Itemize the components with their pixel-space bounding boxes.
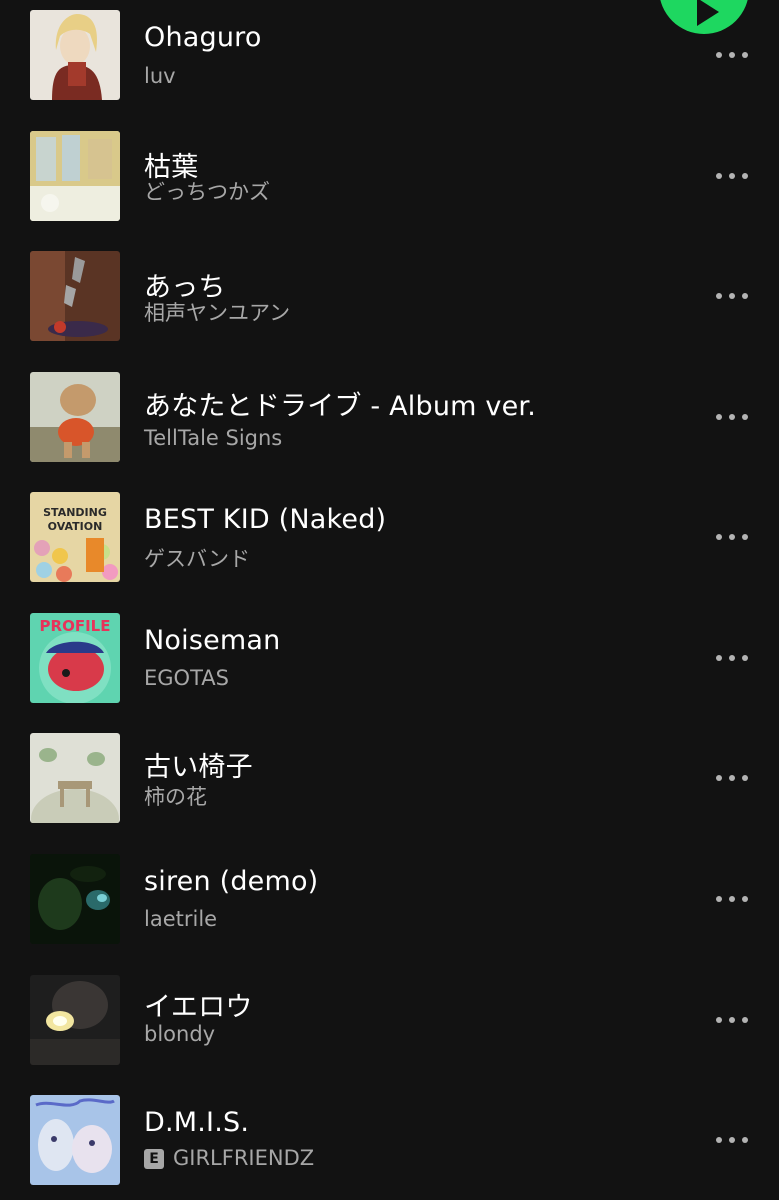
svg-text:STANDING: STANDING bbox=[43, 506, 107, 519]
track-row[interactable]: あなたとドライブ - Album ver. TellTale Signs bbox=[0, 372, 779, 472]
svg-text:PROFILE: PROFILE bbox=[40, 617, 111, 635]
track-artist-name: GIRLFRIENDZ bbox=[173, 1146, 315, 1170]
album-cover: STANDING OVATION bbox=[30, 492, 120, 582]
track-row[interactable]: あっち 相声ヤンユアン bbox=[0, 251, 779, 351]
track-title: siren (demo) bbox=[144, 866, 319, 897]
track-title: 古い椅子 bbox=[144, 752, 253, 783]
album-cover bbox=[30, 975, 120, 1065]
track-artist: TellTale Signs bbox=[144, 426, 283, 450]
more-options-icon[interactable] bbox=[716, 1137, 750, 1145]
track-row[interactable]: D.M.I.S. E GIRLFRIENDZ bbox=[0, 1095, 779, 1195]
album-cover bbox=[30, 131, 120, 221]
track-row[interactable]: PROFILE Noiseman EGOTAS bbox=[0, 613, 779, 713]
more-options-icon[interactable] bbox=[716, 52, 750, 60]
album-cover bbox=[30, 251, 120, 341]
track-artist: EGOTAS bbox=[144, 666, 229, 690]
explicit-badge: E bbox=[144, 1149, 164, 1169]
more-options-icon[interactable] bbox=[716, 173, 750, 181]
svg-text:OVATION: OVATION bbox=[48, 520, 103, 533]
track-row[interactable]: siren (demo) laetrile bbox=[0, 854, 779, 954]
more-options-icon[interactable] bbox=[716, 414, 750, 422]
track-artist: laetrile bbox=[144, 907, 218, 931]
more-options-icon[interactable] bbox=[716, 293, 750, 301]
track-row[interactable]: 枯葉 どっちつかズ bbox=[0, 131, 779, 231]
track-title: イエロウ bbox=[144, 992, 253, 1023]
track-artist: 相声ヤンユアン bbox=[144, 301, 291, 325]
track-artist: E GIRLFRIENDZ bbox=[144, 1146, 314, 1170]
album-cover bbox=[30, 1095, 120, 1185]
track-artist: 柿の花 bbox=[144, 785, 207, 809]
track-artist: ゲスバンド bbox=[144, 547, 251, 571]
track-row[interactable]: イエロウ blondy bbox=[0, 975, 779, 1075]
more-options-icon[interactable] bbox=[716, 775, 750, 783]
more-options-icon[interactable] bbox=[716, 534, 750, 542]
more-options-icon[interactable] bbox=[716, 896, 750, 904]
track-title: Noiseman bbox=[144, 625, 281, 656]
track-row[interactable]: 古い椅子 柿の花 bbox=[0, 733, 779, 833]
album-cover bbox=[30, 10, 120, 100]
more-options-icon[interactable] bbox=[716, 1017, 750, 1025]
track-title: あなたとドライブ - Album ver. bbox=[144, 391, 537, 422]
track-title: D.M.I.S. bbox=[144, 1107, 250, 1138]
album-cover bbox=[30, 733, 120, 823]
track-title: Ohaguro bbox=[144, 22, 262, 53]
album-cover bbox=[30, 372, 120, 462]
track-artist: luv bbox=[144, 64, 176, 88]
album-cover bbox=[30, 854, 120, 944]
album-cover: PROFILE bbox=[30, 613, 120, 703]
track-artist: どっちつかズ bbox=[144, 180, 270, 204]
more-options-icon[interactable] bbox=[716, 655, 750, 663]
track-row[interactable]: STANDING OVATION BEST KID (Naked) ゲスバンド bbox=[0, 492, 779, 592]
track-row[interactable]: Ohaguro luv bbox=[0, 10, 779, 110]
track-artist: blondy bbox=[144, 1022, 216, 1046]
track-title: BEST KID (Naked) bbox=[144, 504, 387, 535]
